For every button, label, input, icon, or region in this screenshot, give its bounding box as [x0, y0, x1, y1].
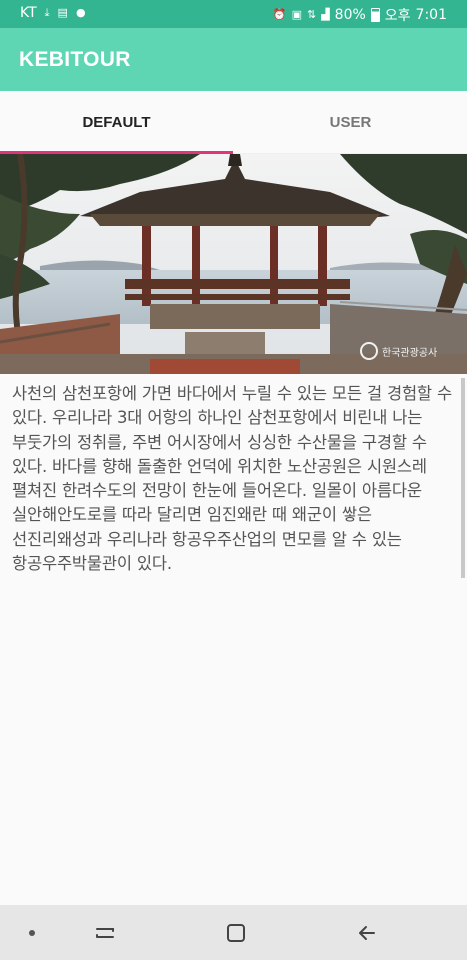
- signal-icon: ▟: [321, 8, 330, 21]
- scrollbar-thumb[interactable]: [461, 378, 465, 578]
- storage-icon: ▤: [57, 6, 68, 19]
- alarm-icon: ⏰: [272, 8, 287, 21]
- watermark: 한국관광공사: [360, 342, 437, 360]
- app-bar: KEBITOUR: [0, 28, 467, 91]
- status-bar: KT ⤓ ▤ ● ⏰ ▣ ⇅ ▟ 80% 오후 7:01: [0, 0, 467, 28]
- nav-bar: [0, 905, 467, 960]
- description-text: 사천의 삼천포항에 가면 바다에서 누릴 수 있는 모든 걸 경험할 수 있다.…: [12, 384, 452, 574]
- time-ampm: 오후: [384, 8, 411, 24]
- status-right: ⏰ ▣ ⇅ ▟ 80% 오후 7:01: [273, 5, 447, 25]
- download-icon: ⤓: [44, 6, 50, 19]
- korea-tourism-logo-icon: [360, 342, 378, 360]
- watermark-text: 한국관광공사: [382, 347, 438, 359]
- talk-icon: ●: [75, 6, 86, 19]
- carrier-label: KT: [20, 5, 37, 21]
- app-title: KEBITOUR: [19, 48, 131, 71]
- dot-icon[interactable]: [29, 930, 35, 936]
- battery-percent: 80%: [334, 7, 366, 23]
- time-label: 7:01: [415, 7, 447, 23]
- status-left: KT ⤓ ▤ ●: [20, 5, 86, 21]
- back-icon[interactable]: [352, 918, 382, 948]
- recent-apps-icon[interactable]: [90, 918, 120, 948]
- lte-icon: ⇅: [306, 8, 317, 21]
- pavilion-photo: [0, 154, 467, 374]
- home-icon[interactable]: [221, 918, 251, 948]
- hero-image: [0, 154, 467, 374]
- battery-icon: [370, 8, 380, 22]
- hd-icon: ▣: [291, 8, 302, 21]
- tab-bar: DEFAULT USER: [0, 91, 467, 153]
- tab-user[interactable]: USER: [234, 91, 467, 153]
- description-scroll[interactable]: 사천의 삼천포항에 가면 바다에서 누릴 수 있는 모든 걸 경험할 수 있다.…: [12, 382, 458, 594]
- tab-default[interactable]: DEFAULT: [0, 91, 233, 153]
